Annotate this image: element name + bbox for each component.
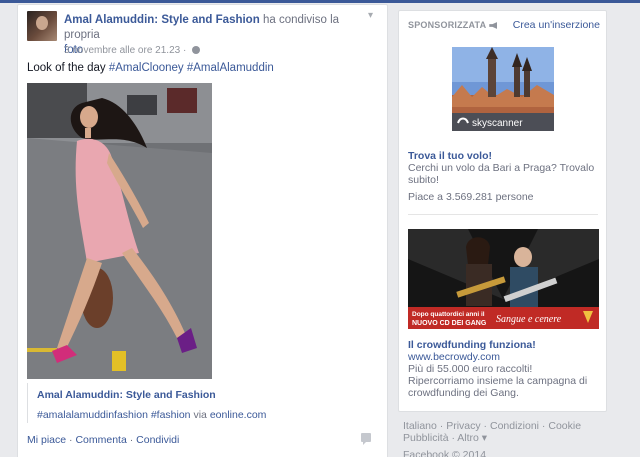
globe-icon: [192, 46, 201, 54]
post-timestamp[interactable]: 3 novembre alle ore 21.23 ·: [64, 45, 186, 56]
band-concert-image: Dopo quattordici anni il NUOVO CD DEI GA…: [408, 229, 599, 329]
avatar[interactable]: [27, 11, 57, 41]
action-separator: ·: [69, 434, 73, 446]
page-footer: Italiano · Privacy · Condizioni · Cookie…: [403, 420, 582, 444]
footer-link-more[interactable]: Altro ▾: [457, 432, 487, 444]
ad1-body: Cerchi un volo da Bari a Praga? Trovalo …: [408, 162, 595, 186]
comment-link[interactable]: Commenta: [75, 434, 126, 446]
post-text: Look of the day #AmalClooney #AmalAlamud…: [27, 62, 274, 74]
ad2-image[interactable]: Dopo quattordici anni il NUOVO CD DEI GA…: [408, 229, 599, 329]
footer-link-cookie[interactable]: Cookie: [548, 420, 581, 432]
chevron-down-icon[interactable]: ▾: [368, 11, 378, 21]
megaphone-icon: [489, 22, 498, 29]
footer-link-language[interactable]: Italiano: [403, 420, 437, 432]
ads-title: SPONSORIZZATA: [408, 20, 498, 30]
post-header: Amal Alamuddin: Style and Fashion ha con…: [27, 11, 382, 59]
post-photo[interactable]: [27, 83, 212, 379]
footer-link-privacy[interactable]: Privacy: [446, 420, 480, 432]
preview-via: via: [193, 409, 207, 421]
prague-skyline-image: skyscanner: [452, 47, 554, 131]
ad2-image-text-bottom: NUOVO CD DEI GANG: [412, 320, 487, 327]
hashtag-link[interactable]: #AmalAlamuddin: [187, 62, 274, 74]
author-name-link[interactable]: Amal Alamuddin: Style and Fashion: [64, 14, 260, 26]
preview-description: #amalalamuddinfashion #fashion via eonli…: [37, 409, 266, 421]
footer-link-terms[interactable]: Condizioni: [490, 420, 539, 432]
top-bar: [0, 0, 640, 3]
ad1-title[interactable]: Trova il tuo volo!: [408, 150, 492, 162]
footer-copyright: Facebook © 2014: [403, 449, 487, 457]
ad2-body: Più di 55.000 euro raccolti! Ripercorria…: [408, 363, 588, 399]
hashtag-link[interactable]: #AmalClooney: [109, 62, 184, 74]
ads-divider: [408, 214, 598, 215]
sponsored-ads-panel: SPONSORIZZATA Crea un'inserzione skyscan…: [398, 10, 607, 412]
comment-bubble-icon[interactable]: [361, 433, 371, 445]
ad1-likes: Piace a 3.569.281 persone: [408, 191, 534, 203]
link-preview[interactable]: Amal Alamuddin: Style and Fashion #amala…: [27, 383, 382, 423]
news-feed-post: Amal Alamuddin: Style and Fashion ha con…: [17, 4, 388, 457]
woman-walking-photo: [27, 83, 212, 379]
post-message: Look of the day: [27, 62, 106, 74]
ads-header: SPONSORIZZATA Crea un'inserzione: [408, 19, 600, 33]
skyscanner-logo-text: skyscanner: [472, 118, 523, 129]
footer-link-ads[interactable]: Pubblicità: [403, 432, 449, 444]
like-link[interactable]: Mi piace: [27, 434, 66, 446]
ad2-image-text-top: Dopo quattordici anni il: [412, 311, 485, 318]
ad2-image-slogan: Sangue e cenere: [496, 314, 562, 325]
ad1-image[interactable]: skyscanner: [452, 47, 554, 131]
post-meta: 3 novembre alle ore 21.23 ·: [64, 45, 201, 56]
create-ad-link[interactable]: Crea un'inserzione: [513, 19, 600, 31]
preview-tags-link[interactable]: #amalalamuddinfashion #fashion: [37, 409, 191, 421]
preview-title[interactable]: Amal Alamuddin: Style and Fashion: [37, 389, 216, 401]
ad2-url-link[interactable]: www.becrowdy.com: [408, 351, 500, 363]
ad2-title[interactable]: Il crowdfunding funziona!: [408, 339, 536, 351]
preview-source-link[interactable]: eonline.com: [210, 409, 267, 421]
post-actions: Mi piace · Commenta · Condividi: [27, 434, 179, 446]
share-link[interactable]: Condividi: [136, 434, 179, 446]
ads-title-label: SPONSORIZZATA: [408, 20, 487, 30]
action-separator: ·: [129, 434, 134, 446]
